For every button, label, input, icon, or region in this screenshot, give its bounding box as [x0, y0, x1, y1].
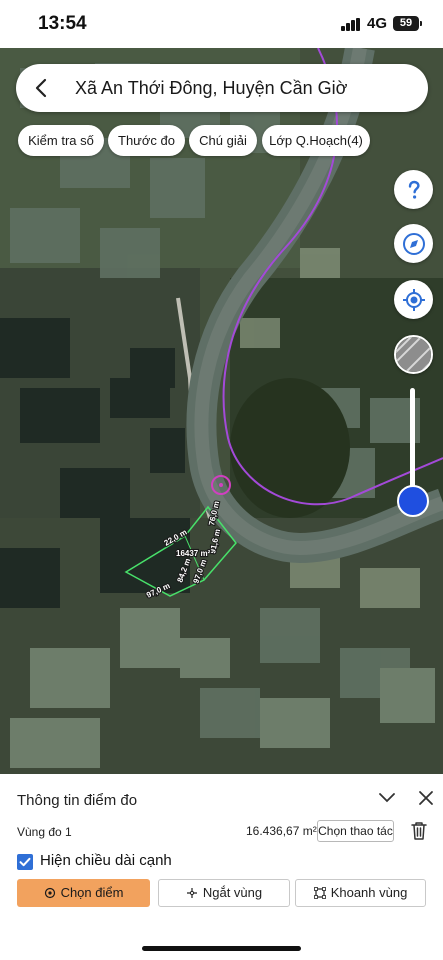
edge-label: 84,2 m	[175, 557, 192, 583]
show-edge-length-label: Hiện chiều dài cạnh	[40, 852, 172, 869]
checkmark-icon	[19, 857, 31, 867]
frame-area-button[interactable]: Khoanh vùng	[295, 879, 426, 907]
measure-info-panel: Thông tin điểm đo Vùng đo 1 16.436,67 m²…	[0, 774, 443, 960]
chip-planning-layers[interactable]: Lớp Q.Hoạch(4)	[262, 125, 370, 156]
location-search-bar[interactable]: Xã An Thới Đông, Huyện Cần Giờ	[16, 64, 428, 112]
show-edge-length-checkbox[interactable]	[17, 854, 33, 870]
signal-icon	[341, 18, 361, 31]
location-title: Xã An Thới Đông, Huyện Cần Giờ	[75, 78, 348, 98]
close-icon[interactable]	[416, 788, 436, 808]
panel-title: Thông tin điểm đo	[17, 792, 138, 809]
split-area-label: Ngắt vùng	[202, 885, 263, 900]
battery-icon: 59	[393, 16, 422, 31]
frame-icon	[313, 887, 326, 899]
help-button[interactable]	[394, 170, 433, 209]
split-area-button[interactable]: Ngắt vùng	[158, 879, 290, 907]
chip-ruler[interactable]: Thước đo	[108, 125, 185, 156]
status-time: 13:54	[38, 13, 87, 34]
compass-button[interactable]	[394, 224, 433, 263]
locate-icon	[402, 288, 425, 311]
chip-check-number[interactable]: Kiểm tra số	[18, 125, 104, 156]
edge-label: 22,0 m	[163, 527, 189, 547]
area-name: Vùng đo 1	[17, 825, 72, 839]
locate-button[interactable]	[394, 280, 433, 319]
status-bar: 13:54 4G 59	[0, 0, 443, 48]
home-indicator[interactable]	[142, 946, 301, 951]
measurement-labels: 22,0 m 76,0 m 91,6 m 97,0 m 16437 m² 84,…	[144, 499, 223, 601]
network-type: 4G	[367, 15, 388, 32]
edge-label: 97,0 m	[191, 558, 208, 584]
satellite-map[interactable]: 22,0 m 76,0 m 91,6 m 97,0 m 16437 m² 84,…	[0, 48, 443, 774]
edge-label: 97,0 m	[145, 581, 171, 600]
area-value: 16.436,67 m²	[246, 824, 317, 838]
area-label-map: 16437 m²	[176, 549, 211, 558]
split-icon	[186, 888, 197, 898]
back-arrow-icon[interactable]	[26, 72, 58, 104]
chevron-down-icon[interactable]	[377, 788, 397, 808]
chip-legend[interactable]: Chú giải	[189, 125, 257, 156]
select-point-button[interactable]: Chọn điểm	[17, 879, 150, 907]
edge-label: 91,6 m	[208, 528, 222, 554]
edge-label: 76,0 m	[207, 500, 221, 526]
help-icon	[408, 180, 420, 199]
choose-action-button[interactable]: Chọn thao tác	[317, 820, 394, 842]
select-point-label: Chọn điểm	[60, 885, 124, 900]
opacity-slider-thumb[interactable]	[397, 485, 429, 517]
compass-icon	[402, 232, 425, 255]
trash-icon[interactable]	[410, 821, 428, 841]
frame-area-label: Khoanh vùng	[330, 885, 408, 900]
layers-button[interactable]	[394, 335, 433, 374]
target-icon	[44, 887, 55, 899]
